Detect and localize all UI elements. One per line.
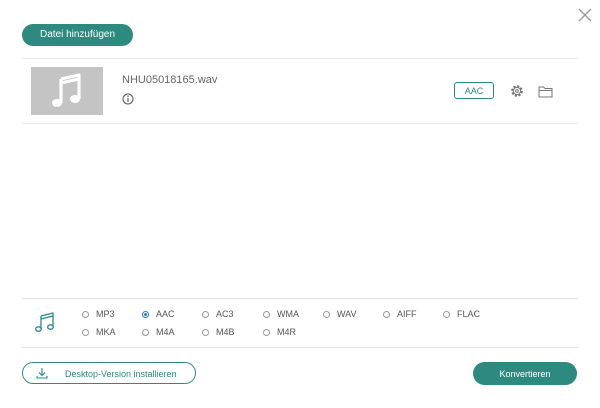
format-label: MP3 — [96, 309, 115, 319]
format-label: M4B — [216, 327, 235, 337]
radio-button[interactable] — [202, 310, 209, 318]
install-desktop-button[interactable]: Desktop-Version installieren — [22, 362, 196, 384]
format-option-m4r[interactable]: M4R — [263, 327, 296, 337]
format-option-aiff[interactable]: AIFF — [383, 309, 417, 319]
radio-button[interactable] — [323, 310, 330, 318]
output-format-button[interactable]: AAC — [454, 82, 494, 99]
gear-icon[interactable] — [510, 84, 524, 98]
radio-button[interactable] — [202, 328, 209, 336]
format-label: AIFF — [397, 309, 417, 319]
format-option-flac[interactable]: FLAC — [443, 309, 480, 319]
install-label: Desktop-Version installieren — [65, 369, 177, 379]
convert-button[interactable]: Konvertieren — [473, 362, 577, 385]
format-option-wma[interactable]: WMA — [263, 309, 299, 319]
format-option-mp3[interactable]: MP3 — [82, 309, 115, 319]
radio-button-selected[interactable] — [142, 310, 149, 318]
format-label: AC3 — [216, 309, 234, 319]
close-icon[interactable] — [576, 6, 594, 24]
radio-button[interactable] — [82, 328, 89, 336]
format-option-m4a[interactable]: M4A — [142, 327, 175, 337]
format-label: FLAC — [457, 309, 481, 319]
format-label: WAV — [337, 309, 357, 319]
radio-button[interactable] — [263, 310, 270, 318]
radio-button[interactable] — [263, 328, 270, 336]
file-name: NHU05018165.wav — [122, 74, 218, 86]
radio-button[interactable] — [142, 328, 149, 336]
format-option-wav[interactable]: WAV — [323, 309, 357, 319]
format-selection-panel: MP3 AAC AC3 WMA WAV AIFF FLAC MKA M4A M4… — [22, 298, 578, 348]
radio-button[interactable] — [383, 310, 390, 318]
format-label: M4A — [156, 327, 175, 337]
format-option-mka[interactable]: MKA — [82, 327, 116, 337]
format-label: AAC — [156, 309, 175, 319]
format-label: M4R — [277, 327, 297, 337]
info-icon[interactable] — [122, 93, 134, 105]
radio-button[interactable] — [443, 310, 450, 318]
folder-icon[interactable] — [538, 85, 553, 98]
download-icon — [36, 368, 48, 379]
format-label: MKA — [96, 327, 116, 337]
file-thumbnail — [31, 67, 103, 115]
file-list-item: NHU05018165.wav AAC — [22, 58, 578, 124]
music-note-icon — [52, 73, 81, 107]
format-label: WMA — [277, 309, 299, 319]
music-note-icon — [35, 312, 54, 332]
radio-button[interactable] — [82, 310, 89, 318]
format-option-aac[interactable]: AAC — [142, 309, 175, 319]
add-file-button[interactable]: Datei hinzufügen — [22, 24, 133, 46]
format-option-m4b[interactable]: M4B — [202, 327, 235, 337]
format-option-ac3[interactable]: AC3 — [202, 309, 234, 319]
